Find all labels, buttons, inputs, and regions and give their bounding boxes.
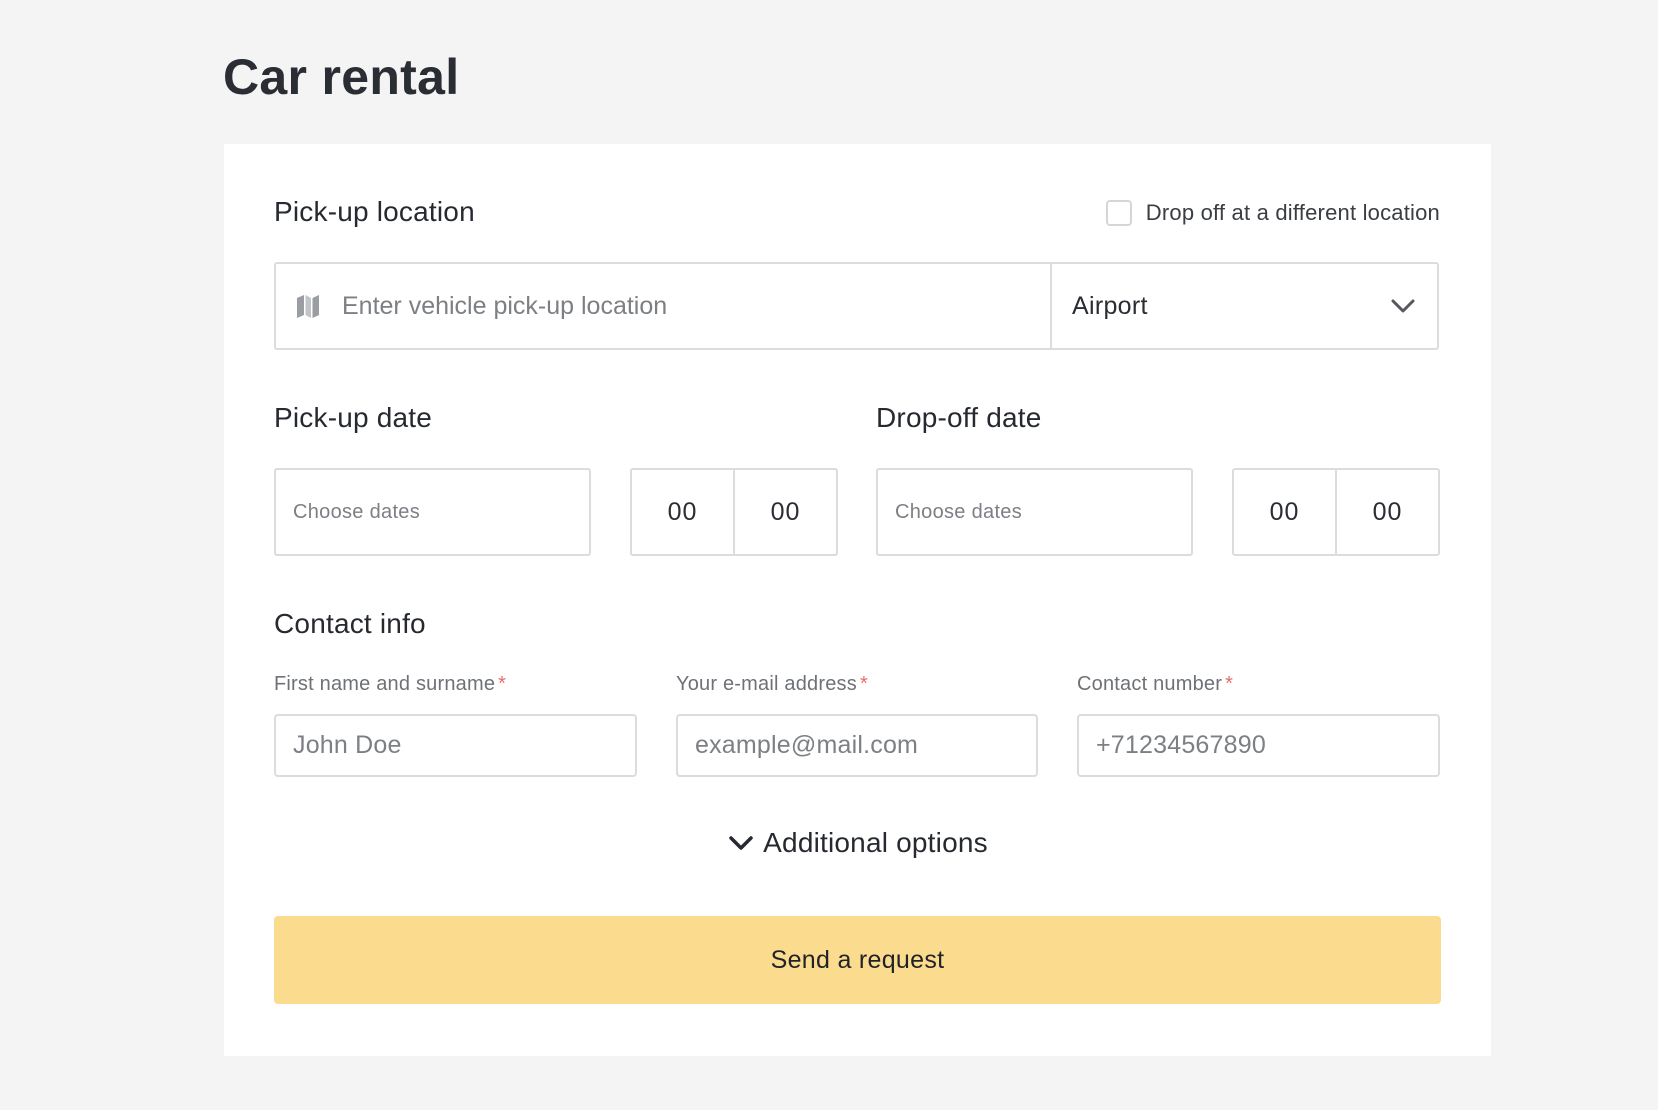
pickup-location-group: Airport — [274, 262, 1439, 350]
pickup-date-input[interactable] — [293, 500, 553, 524]
contact-info-title: Contact info — [274, 608, 426, 639]
dropoff-date-field[interactable] — [876, 468, 1193, 556]
location-type-select[interactable]: Airport — [1052, 264, 1437, 348]
email-label: Your e-mail address * — [676, 673, 868, 696]
phone-label: Contact number * — [1077, 673, 1233, 696]
name-label-text: First name and surname — [274, 673, 496, 695]
phone-field[interactable] — [1077, 714, 1440, 777]
send-request-button[interactable]: Send a request — [274, 916, 1441, 1004]
pickup-location-input[interactable] — [342, 291, 942, 321]
email-field[interactable] — [676, 714, 1038, 777]
dropoff-date-input[interactable] — [895, 500, 1155, 524]
required-mark: * — [1225, 673, 1234, 695]
phone-input[interactable] — [1096, 731, 1416, 760]
pickup-date-field[interactable] — [274, 468, 591, 556]
required-mark: * — [859, 673, 868, 695]
chevron-down-icon — [1389, 292, 1417, 320]
pickup-hours[interactable]: 00 — [632, 470, 733, 554]
checkbox-box[interactable] — [1105, 200, 1132, 226]
pickup-location-field[interactable] — [276, 264, 1052, 348]
dropoff-hours[interactable]: 00 — [1234, 470, 1335, 554]
different-dropoff-label: Drop off at a different location — [1145, 200, 1440, 225]
name-label: First name and surname * — [274, 673, 506, 696]
pickup-minutes[interactable]: 00 — [733, 470, 836, 554]
page-title: Car rental — [223, 49, 460, 105]
email-label-text: Your e-mail address — [676, 673, 857, 695]
map-icon — [294, 292, 322, 320]
phone-label-text: Contact number — [1077, 673, 1223, 695]
chevron-down-icon — [727, 829, 755, 857]
required-mark: * — [498, 673, 507, 695]
name-field[interactable] — [274, 714, 637, 777]
pickup-time-field: 00 00 — [630, 468, 838, 556]
pickup-location-title: Pick-up location — [274, 196, 475, 227]
dropoff-time-field: 00 00 — [1232, 468, 1440, 556]
email-input[interactable] — [695, 731, 1015, 760]
additional-options-toggle[interactable]: Additional options — [224, 827, 1491, 859]
dropoff-date-title: Drop-off date — [876, 402, 1042, 433]
name-input[interactable] — [293, 731, 613, 760]
rental-form-card: Pick-up location Drop off at a different… — [224, 144, 1491, 1056]
pickup-date-title: Pick-up date — [274, 402, 433, 433]
dropoff-minutes[interactable]: 00 — [1335, 470, 1438, 554]
location-type-value: Airport — [1072, 291, 1148, 320]
different-dropoff-checkbox[interactable]: Drop off at a different location — [1105, 200, 1440, 226]
additional-options-label: Additional options — [763, 827, 988, 858]
